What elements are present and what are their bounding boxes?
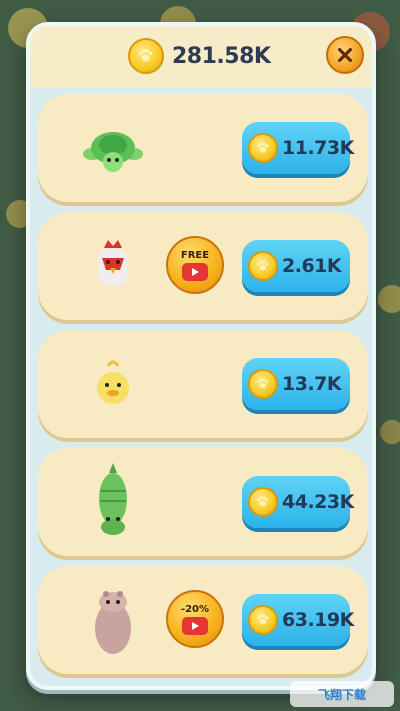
background-token <box>378 285 400 313</box>
paw-coin-icon <box>248 369 278 399</box>
buy-hippo-button[interactable]: 63.19K <box>242 594 354 646</box>
turtle-icon <box>83 132 143 172</box>
chicken-icon <box>98 240 128 286</box>
shop-item-hippo: -20% 63.19K <box>38 566 368 674</box>
price-label: 63.19K <box>282 609 354 631</box>
price-label: 2.61K <box>282 255 342 277</box>
shop-item-crocodile: 44.23K <box>38 448 368 556</box>
shop-item-duck: 13.7K <box>38 330 368 438</box>
watch-ad-free-button[interactable]: FREE <box>166 236 224 294</box>
site-watermark: 飞翔下载 <box>290 681 394 707</box>
coin-balance: 281.58K <box>128 36 271 76</box>
duck-icon <box>97 360 129 404</box>
price-label: 13.7K <box>282 373 342 395</box>
shop-item-chicken: FREE 2.61K <box>38 212 368 320</box>
close-button[interactable] <box>326 36 364 74</box>
paw-coin-icon <box>128 38 164 74</box>
buy-crocodile-button[interactable]: 44.23K <box>242 476 354 528</box>
buy-chicken-button[interactable]: 2.61K <box>242 240 350 292</box>
video-play-icon <box>182 616 208 635</box>
background-token <box>380 420 400 444</box>
balance-amount: 281.58K <box>172 43 271 69</box>
paw-coin-icon <box>248 487 278 517</box>
crocodile-icon <box>99 463 127 535</box>
paw-coin-icon <box>248 605 278 635</box>
video-play-icon <box>182 262 208 281</box>
watch-ad-discount-button[interactable]: -20% <box>166 590 224 648</box>
paw-coin-icon <box>248 251 278 281</box>
close-icon <box>338 48 352 62</box>
discount-label: -20% <box>180 603 210 615</box>
buy-turtle-button[interactable]: 11.73K <box>242 122 354 174</box>
shop-item-turtle: 11.73K <box>38 94 368 202</box>
hippo-icon <box>95 591 131 654</box>
watermark-text: 飞翔下载 <box>317 687 366 702</box>
buy-duck-button[interactable]: 13.7K <box>242 358 350 410</box>
animal-shop-panel: 281.58K 11.73K FREE 2.61K 13.7K 44.23K -… <box>26 22 376 690</box>
free-label: FREE <box>180 249 210 261</box>
paw-coin-icon <box>248 133 278 163</box>
shop-header: 281.58K <box>30 26 372 88</box>
price-label: 44.23K <box>282 491 354 513</box>
price-label: 11.73K <box>282 137 354 159</box>
